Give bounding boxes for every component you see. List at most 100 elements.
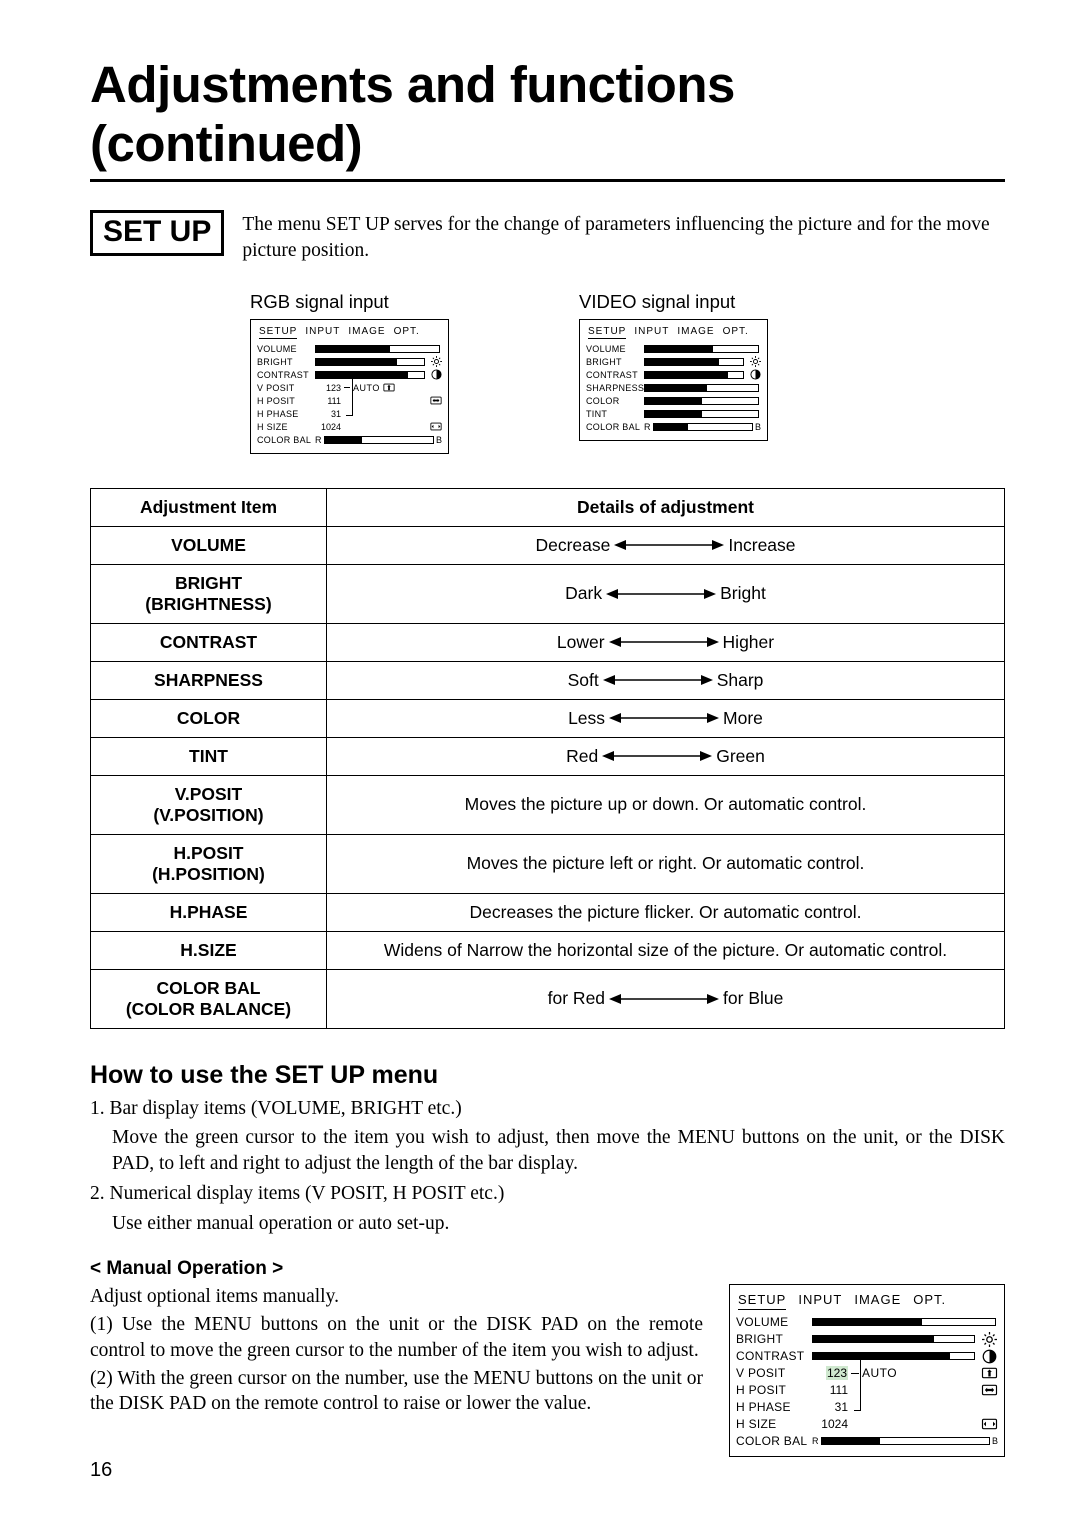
osd-tab-opt: OPT. [723,326,749,339]
osd-item: BRIGHT [257,357,315,367]
table-row-item: H.SIZE [91,931,327,969]
osd-value: 111 [315,396,341,406]
double-arrow-icon [609,712,719,724]
howto-item-2-body: Use either manual operation or auto set-… [112,1211,1005,1237]
osd-manual-panel: SETUP INPUT IMAGE OPT. VOLUME BRIGHT CON… [729,1284,1005,1457]
osd-item: VOLUME [257,344,315,354]
table-row-detail: DarkBright [327,564,1005,623]
table-row-detail: Decreases the picture flicker. Or automa… [327,893,1005,931]
osd-r: R [644,422,651,432]
osd-item: CONTRAST [736,1349,812,1365]
osd-item: COLOR BAL [257,435,315,445]
osd-item: V POSIT [257,383,315,393]
osd-tab-input: INPUT [305,326,340,339]
osd-b: B [992,1436,998,1448]
manual-lead: Adjust optional items manually. [90,1284,703,1310]
brightness-icon [749,357,761,367]
osd-value: 111 [812,1383,848,1399]
osd-item: BRIGHT [736,1332,812,1348]
hsize-icon [980,1417,998,1431]
osd-item: BRIGHT [586,357,644,367]
osd-rgb-panel: SETUP INPUT IMAGE OPT. VOLUME BRIGHT CON… [250,319,449,454]
table-row-detail: for Redfor Blue [327,969,1005,1028]
table-row-item: TINT [91,737,327,775]
osd-r: R [812,1436,819,1448]
osd-tab-input: INPUT [634,326,669,339]
osd-item: SHARPNESS [586,383,644,393]
table-row-detail: DecreaseIncrease [327,526,1005,564]
osd-item: COLOR BAL [586,422,644,432]
osd-tab-image: IMAGE [677,326,714,339]
howto-item-2: 2. Numerical display items (V POSIT, H P… [90,1181,1005,1207]
osd-r: R [315,435,322,445]
osd-tab-image: IMAGE [854,1291,901,1310]
osd-item: H SIZE [257,422,315,432]
osd-item: H PHASE [257,409,315,419]
table-row-detail: Moves the picture up or down. Or automat… [327,775,1005,834]
adjustment-table: Adjustment Item Details of adjustment VO… [90,488,1005,1029]
osd-tab-input: INPUT [798,1291,842,1310]
howto-item-1-body: Move the green cursor to the item you wi… [112,1125,1005,1176]
osd-item: H POSIT [736,1383,812,1399]
setup-box-label: SET UP [90,210,224,256]
osd-item: COLOR BAL [736,1434,812,1450]
th-item: Adjustment Item [91,488,327,526]
double-arrow-icon [614,539,724,551]
table-row-item: VOLUME [91,526,327,564]
table-row-detail: Widens of Narrow the horizontal size of … [327,931,1005,969]
table-row-detail: Moves the picture left or right. Or auto… [327,834,1005,893]
osd-video-label: VIDEO signal input [579,291,768,313]
manual-step-1: (1) Use the MENU buttons on the unit or … [90,1312,703,1363]
osd-item: VOLUME [736,1315,812,1331]
howto-heading: How to use the SET UP menu [90,1061,1005,1090]
double-arrow-icon [609,636,719,648]
manual-heading: < Manual Operation > [90,1258,1005,1280]
hsize-icon [430,422,442,432]
contrast-icon [980,1349,998,1363]
brightness-icon [980,1332,998,1346]
table-row-item: V.POSIT(V.POSITION) [91,775,327,834]
brightness-icon [430,357,442,367]
hposit-icon [430,396,442,406]
osd-tab-setup: SETUP [588,326,626,339]
table-row-item: BRIGHT(BRIGHTNESS) [91,564,327,623]
table-row-item: H.POSIT(H.POSITION) [91,834,327,893]
osd-item: V POSIT [736,1366,812,1382]
table-row-item: H.PHASE [91,893,327,931]
table-row-item: COLOR [91,699,327,737]
osd-item: CONTRAST [257,370,315,380]
osd-item: TINT [586,409,644,419]
osd-rgb-label: RGB signal input [250,291,449,313]
osd-value: 1024 [315,422,341,432]
osd-value: 31 [315,409,341,419]
double-arrow-icon [606,588,716,600]
osd-tab-opt: OPT. [913,1291,946,1310]
table-row-detail: LessMore [327,699,1005,737]
osd-video-panel: SETUP INPUT IMAGE OPT. VOLUME BRIGHT CON… [579,319,768,441]
contrast-icon [430,370,442,380]
osd-tab-setup: SETUP [259,326,297,339]
osd-item: COLOR [586,396,644,406]
osd-tab-opt: OPT. [394,326,420,339]
table-row-detail: LowerHigher [327,623,1005,661]
table-row-detail: SoftSharp [327,661,1005,699]
table-row-detail: RedGreen [327,737,1005,775]
title-rule [90,179,1005,182]
table-row-item: COLOR BAL(COLOR BALANCE) [91,969,327,1028]
table-row-item: SHARPNESS [91,661,327,699]
osd-tab-image: IMAGE [348,326,385,339]
intro-text: The menu SET UP serves for the change of… [242,210,1005,265]
th-detail: Details of adjustment [327,488,1005,526]
double-arrow-icon [603,674,713,686]
page-number: 16 [90,1459,112,1482]
manual-step-2: (2) With the green cursor on the number,… [90,1366,703,1417]
osd-b: B [755,422,761,432]
osd-tab-setup: SETUP [738,1291,786,1310]
osd-item: H PHASE [736,1400,812,1416]
osd-item: CONTRAST [586,370,644,380]
osd-value: 1024 [812,1417,848,1433]
osd-preview-row: RGB signal input SETUP INPUT IMAGE OPT. … [250,291,1005,454]
osd-item: VOLUME [586,344,644,354]
osd-value: 31 [812,1400,848,1416]
table-row-item: CONTRAST [91,623,327,661]
